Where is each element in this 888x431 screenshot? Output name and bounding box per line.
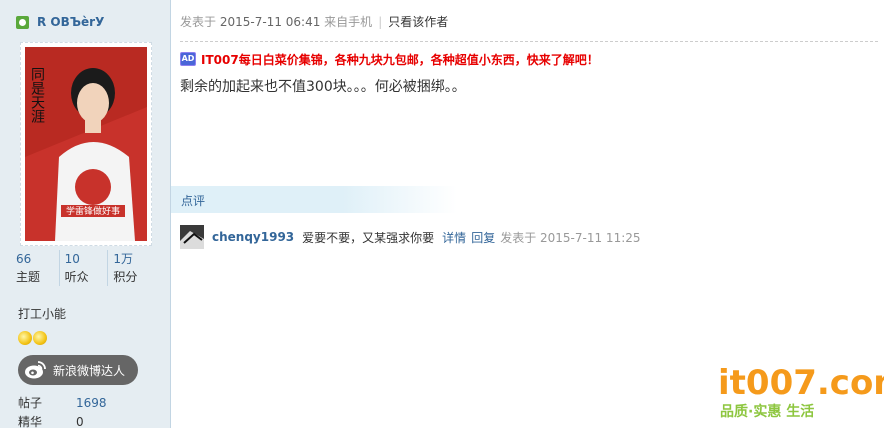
- profile-digest-value: 0: [76, 415, 84, 429]
- online-status-icon: [16, 15, 29, 29]
- weibo-badge-label: 新浪微博达人: [53, 363, 126, 378]
- stat-followers-value[interactable]: 10: [65, 250, 108, 268]
- user-group[interactable]: 打工小能: [18, 305, 66, 322]
- ad-icon: AD: [180, 52, 196, 66]
- comment-avatar-image: [180, 225, 204, 249]
- comment-section-title: 点评: [181, 194, 206, 208]
- stat-threads[interactable]: 66 主题: [16, 250, 60, 286]
- user-rank-stars: [18, 331, 47, 345]
- stat-credits[interactable]: 1万 积分: [108, 250, 156, 286]
- watermark-slogan: 品质·实惠 生活: [720, 403, 814, 420]
- post-source: 来自手机: [324, 15, 373, 29]
- ad-banner: AD IT007每日白菜价集锦，各种九块九包邮，各种超值小东西，快来了解吧！: [180, 50, 599, 68]
- comment-text: 爱要不要，又某强求你要: [302, 230, 435, 245]
- weibo-badge[interactable]: 新浪微博达人: [18, 355, 138, 385]
- comment-username[interactable]: chenqy1993: [212, 230, 294, 244]
- watermark-logo-text: it007.com: [718, 363, 884, 403]
- comment-item: chenqy1993 爱要不要，又某强求你要 详情 回复 发表于 2015-7-…: [180, 224, 641, 250]
- posted-prefix: 发表于: [180, 15, 217, 29]
- profile-posts-row: 帖子 1698: [18, 394, 107, 412]
- rank-sun-icon: [18, 331, 32, 345]
- stat-threads-value[interactable]: 66: [16, 250, 59, 268]
- weibo-icon: [25, 361, 46, 379]
- post-content: 剩余的加起来也不值300块。。。何必被捆绑。。: [180, 79, 466, 95]
- comment-time: 发表于 2015-7-11 11:25: [500, 230, 641, 245]
- post-divider: [180, 41, 878, 42]
- avatar-image: 同是天涯 学雷锋做好事: [25, 47, 147, 241]
- stat-followers[interactable]: 10 听众: [60, 250, 109, 286]
- meta-separator: |: [378, 15, 383, 29]
- profile-digest-row: 精华 0: [18, 413, 84, 431]
- ad-link[interactable]: IT007每日白菜价集锦，各种九块九包邮，各种超值小东西，快来了解吧！: [201, 51, 599, 68]
- comment-avatar[interactable]: [180, 225, 204, 249]
- avatar-caption: 学雷锋做好事: [66, 205, 120, 217]
- stat-threads-label: 主题: [16, 270, 41, 284]
- stat-credits-label: 积分: [113, 270, 138, 284]
- comment-section-header: 点评: [171, 186, 457, 213]
- site-watermark-logo: it007.com 品质·实惠 生活: [718, 363, 884, 420]
- author-username[interactable]: R OBЪèrУ: [37, 15, 104, 29]
- comment-detail-link[interactable]: 详情: [442, 229, 466, 246]
- posted-time: 2015-7-11 06:41: [219, 15, 321, 29]
- author-name-row: R OBЪèrУ: [16, 12, 104, 32]
- stat-credits-value[interactable]: 1万: [113, 250, 156, 268]
- author-sidebar: R OBЪèrУ 同是天涯 学雷锋做好事 66 主题 10 听众 1万 积分 打…: [0, 0, 171, 431]
- comment-reply-link[interactable]: 回复: [471, 229, 495, 246]
- only-author-link[interactable]: 只看该作者: [388, 12, 448, 32]
- profile-digest-key: 精华: [18, 415, 43, 429]
- avatar-vertical-text: 同是天涯: [29, 67, 45, 123]
- profile-posts-key: 帖子: [18, 396, 43, 410]
- rank-sun-icon: [33, 331, 47, 345]
- post-meta: 发表于 2015-7-11 06:41 来自手机 | 只看该作者: [180, 12, 448, 32]
- profile-posts-value[interactable]: 1698: [76, 394, 107, 412]
- author-stats: 66 主题 10 听众 1万 积分: [16, 250, 156, 286]
- avatar[interactable]: 同是天涯 学雷锋做好事: [20, 42, 152, 246]
- stat-followers-label: 听众: [64, 270, 89, 284]
